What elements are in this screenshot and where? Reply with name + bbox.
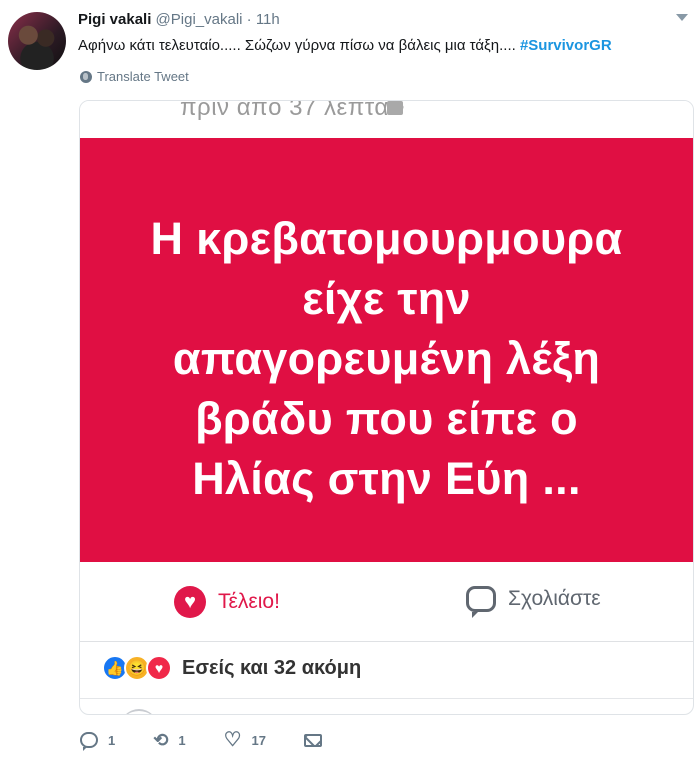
divider — [80, 698, 693, 699]
comment-action: Σχολιάστε — [466, 586, 601, 618]
tweet-header: Pigi vakali @Pigi_vakali · 11h — [78, 10, 280, 30]
caret-down-icon[interactable] — [676, 14, 688, 21]
tweet-media-image[interactable]: πριν από 37 λεπτά • Η κρεβατομουρμουρα ε… — [79, 100, 694, 715]
media-top-strip: πριν από 37 λεπτά • — [80, 101, 693, 135]
hashtag-link[interactable]: #SurvivorGR — [520, 37, 612, 54]
like-count: 17 — [251, 732, 266, 748]
media-top-text: πριν από 37 λεπτά • — [180, 100, 405, 121]
reactions-text: Εσείς και 32 ακόμη — [182, 656, 362, 679]
tweet-body: Αφήνω κάτι τελευταίο..... Σώζων γύρνα πί… — [78, 37, 520, 54]
reply-count: 1 — [108, 732, 116, 748]
love-action-label: Τέλειο! — [218, 590, 280, 613]
author-name[interactable]: Pigi vakali — [78, 11, 151, 28]
globe-icon — [80, 70, 92, 83]
reply-icon — [80, 732, 98, 751]
post-line: βράδυ που είπε ο — [195, 393, 578, 444]
comment-avatar-edge — [120, 709, 158, 714]
post-line: Ηλίας στην Εύη ... — [192, 453, 581, 504]
author-handle[interactable]: @Pigi_vakali — [156, 11, 243, 28]
translate-tweet[interactable]: Translate Tweet — [80, 69, 189, 84]
comment-action-label: Σχολιάστε — [508, 587, 601, 610]
post-line: απαγορευμένη λέξη — [172, 333, 601, 384]
like-icon: ♡ — [223, 729, 242, 751]
message-button[interactable] — [303, 733, 322, 747]
image-icon — [387, 101, 403, 115]
red-post: Η κρεβατομουρμουρα είχε την απαγορευμένη… — [80, 138, 693, 562]
love-reaction-icon: ♥ — [146, 655, 172, 681]
like-button[interactable]: ♡ 17 — [224, 730, 266, 750]
heart-icon: ♥ — [174, 586, 206, 618]
retweet-button[interactable]: ⟲ 1 — [153, 731, 185, 749]
reactions-summary: 👍 😆 ♥ Εσείς και 32 ακόμη — [102, 655, 361, 681]
avatar[interactable] — [8, 12, 66, 70]
tweet-time[interactable]: 11h — [256, 11, 280, 28]
retweet-icon: ⟲ — [153, 730, 169, 750]
comment-icon — [466, 586, 496, 618]
translate-label: Translate Tweet — [97, 69, 189, 84]
reply-button[interactable]: 1 — [80, 732, 116, 751]
retweet-count: 1 — [178, 732, 186, 748]
post-line: Η κρεβατομουρμουρα — [150, 213, 623, 264]
separator: · — [246, 11, 252, 28]
post-text: Η κρεβατομουρμουρα είχε την απαγορευμένη… — [80, 209, 693, 509]
message-icon — [303, 733, 322, 747]
facebook-actions-bar: ♥ Τέλειο! Σχολιάστε — [80, 562, 693, 642]
post-line: είχε την — [302, 273, 471, 324]
love-action: ♥ Τέλειο! — [174, 586, 280, 618]
tweet-actions: 1 ⟲ 1 ♡ 17 — [80, 730, 360, 751]
tweet-text: Αφήνω κάτι τελευταίο..... Σώζων γύρνα πί… — [78, 36, 612, 56]
